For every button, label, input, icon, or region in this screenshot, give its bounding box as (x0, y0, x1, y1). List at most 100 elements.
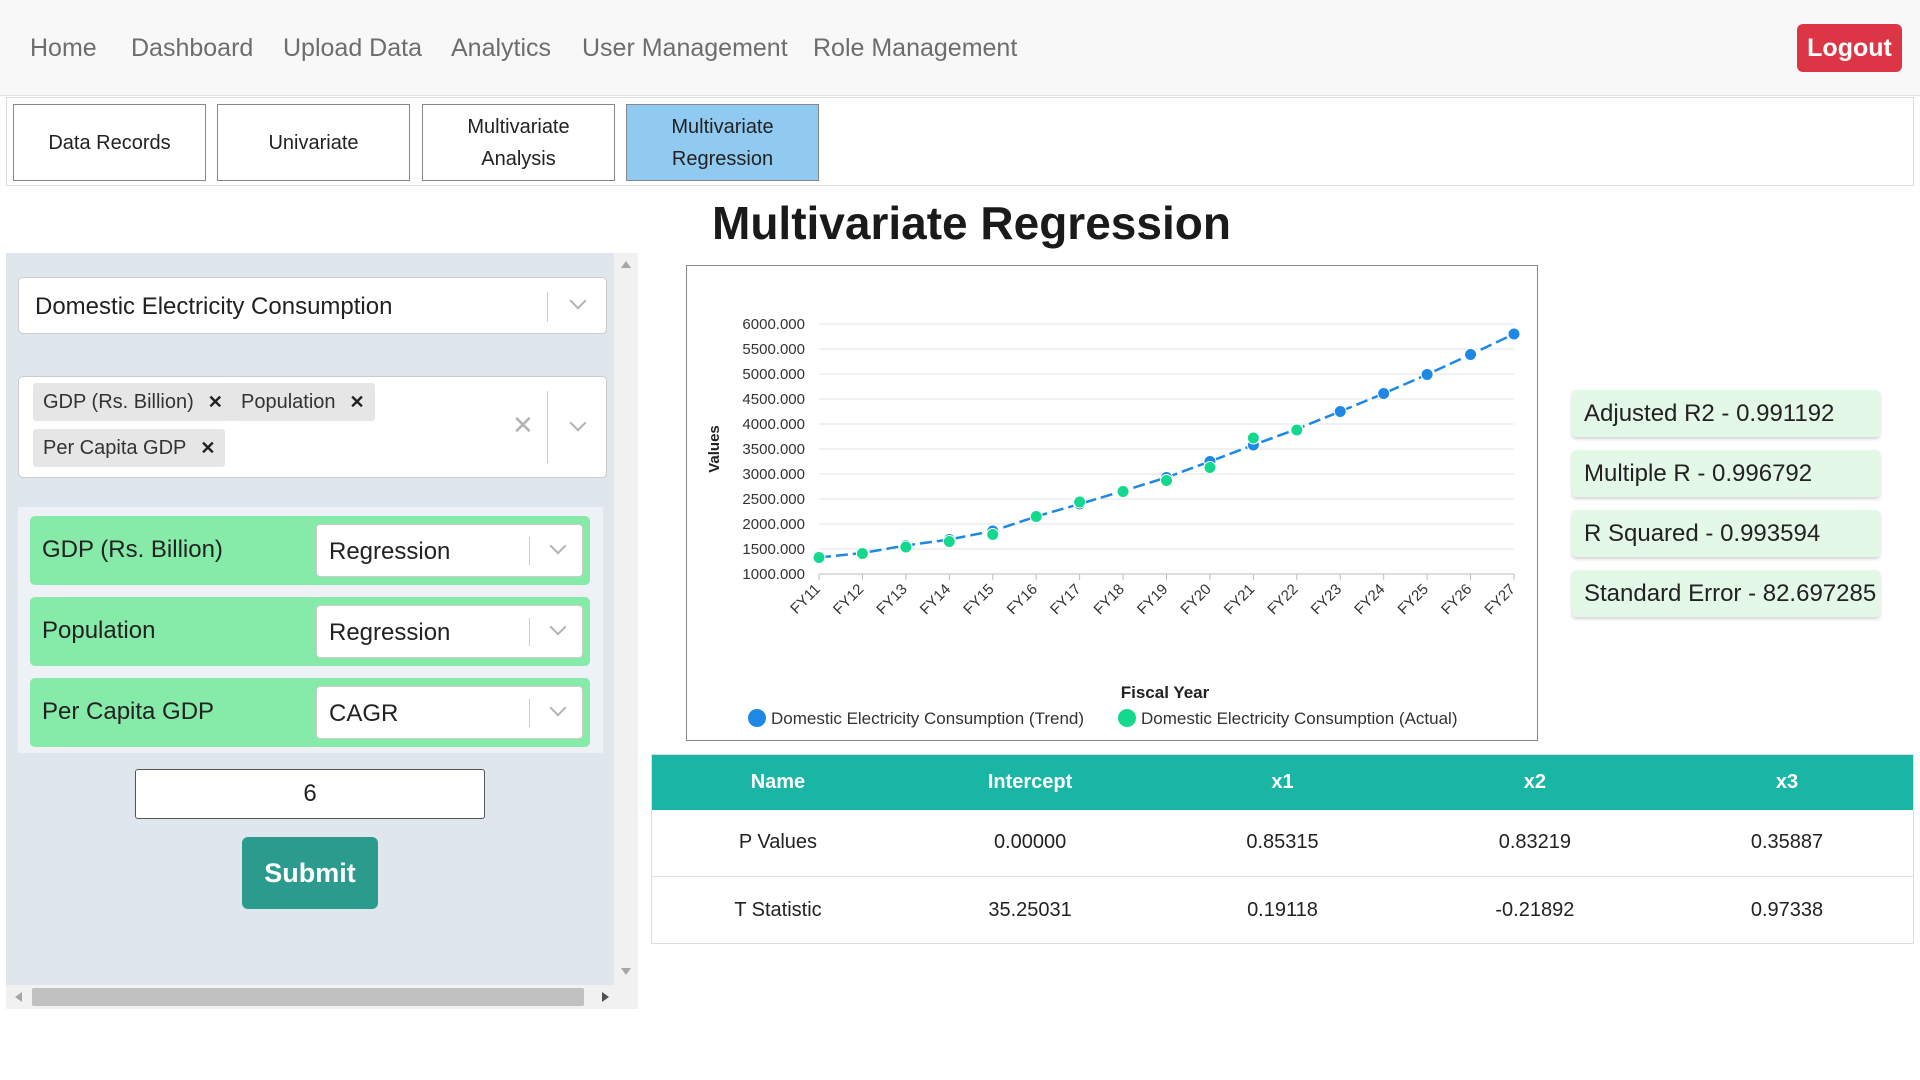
selected-chip-population: Population ✕ (231, 383, 375, 421)
nav-home-link[interactable]: Home (30, 34, 97, 63)
remove-chip-icon[interactable]: ✕ (208, 392, 223, 413)
independent-variables-multiselect[interactable]: GDP (Rs. Billion) ✕ Population ✕ Per Cap… (18, 376, 607, 478)
chevron-down-icon[interactable] (569, 414, 587, 432)
scroll-up-icon[interactable] (621, 261, 631, 268)
metric-adjusted-r2: Adjusted R2 - 0.991192 (1572, 390, 1880, 437)
chip-label: GDP (Rs. Billion) (43, 390, 194, 413)
trend-data-point (1420, 368, 1434, 381)
regression-chart: 1000.000 1500.000 2000.000 2500.000 3000.000… (686, 265, 1538, 741)
method-select-per-capita-gdp[interactable]: CAGR (316, 686, 583, 739)
trend-data-point (1333, 405, 1347, 418)
select-separator (529, 537, 530, 565)
method-select-population[interactable]: Regression (316, 605, 583, 658)
x-tick-label: FY15 (960, 581, 997, 618)
x-tick-label: FY27 (1481, 581, 1518, 618)
remove-chip-icon[interactable]: ✕ (200, 438, 215, 459)
scroll-left-icon[interactable] (15, 992, 22, 1002)
table-cell: 0.00000 (903, 809, 1157, 877)
x-tick-label: FY11 (787, 581, 824, 618)
scroll-right-icon[interactable] (602, 992, 609, 1002)
page-title: Multivariate Regression (712, 197, 1231, 249)
y-tick-label: 2000.000 (742, 516, 805, 533)
selected-chip-per-capita-gdp: Per Capita GDP ✕ (33, 429, 226, 467)
actual-data-point (1160, 474, 1173, 487)
actual-data-point (899, 540, 913, 554)
horizontal-scrollbar[interactable] (6, 985, 638, 1009)
table-cell: T Statistic (651, 876, 904, 944)
y-tick-label: 5000.000 (742, 366, 805, 383)
submit-button[interactable]: Submit (242, 837, 378, 909)
y-axis-label: Values (706, 425, 723, 473)
method-value: Regression (329, 538, 451, 565)
table-row: P Values 0.00000 0.85315 0.83219 0.35887 (651, 809, 1914, 877)
trend-data-point (1377, 387, 1391, 400)
x-tick-label: FY26 (1438, 581, 1475, 618)
legend-label: Domestic Electricity Consumption (Trend) (771, 709, 1084, 728)
vertical-scrollbar[interactable] (614, 253, 638, 985)
column-header: x2 (1408, 754, 1662, 810)
nav-role-management-link[interactable]: Role Management (813, 34, 1017, 63)
nav-user-management-link[interactable]: User Management (582, 34, 788, 63)
column-header: Name (651, 754, 904, 810)
selected-chip-gdp: GDP (Rs. Billion) ✕ (33, 383, 233, 421)
trend-data-point (1507, 327, 1521, 341)
actual-data-point (1116, 485, 1130, 498)
select-separator (529, 618, 530, 646)
actual-data-point (1290, 423, 1304, 437)
nav-dashboard-link[interactable]: Dashboard (131, 34, 253, 63)
legend-label: Domestic Electricity Consumption (Actual… (1141, 709, 1457, 728)
column-header: x1 (1156, 754, 1409, 810)
variable-row-per-capita-gdp: Per Capita GDP CAGR (30, 678, 590, 747)
actual-data-point (812, 551, 826, 564)
select-separator (529, 699, 530, 727)
x-tick-label: FY23 (1308, 581, 1345, 618)
chevron-down-icon[interactable] (549, 618, 567, 636)
y-tick-label: 1000.000 (742, 566, 805, 583)
x-tick-label: FY18 (1091, 581, 1128, 618)
tab-data-records[interactable]: Data Records (13, 104, 206, 181)
tab-multivariate-analysis[interactable]: Multivariate Analysis (422, 104, 615, 181)
regression-line-chart: 1000.000 1500.000 2000.000 2500.000 3000.000… (706, 316, 1521, 728)
variable-row-population: Population Regression (30, 597, 590, 666)
forecast-years-input[interactable]: 6 (135, 769, 485, 819)
y-tick-label: 4500.000 (742, 391, 805, 408)
x-tick-label: FY13 (873, 581, 910, 618)
table-cell: 0.19118 (1156, 876, 1409, 944)
chevron-down-icon[interactable] (549, 537, 567, 555)
tab-multivariate-regression[interactable]: Multivariate Regression (626, 104, 819, 181)
y-tick-label: 5500.000 (742, 341, 805, 358)
tab-bar: Data Records Univariate Multivariate Ana… (6, 97, 1914, 186)
metric-standard-error: Standard Error - 82.697285 (1572, 570, 1880, 617)
regression-form-panel: Domestic Electricity Consumption GDP (Rs… (6, 253, 614, 985)
tab-univariate[interactable]: Univariate (217, 104, 410, 181)
actual-data-point (1203, 461, 1217, 474)
dependent-variable-select[interactable]: Domestic Electricity Consumption (18, 277, 607, 334)
x-tick-label: FY25 (1395, 581, 1432, 618)
column-header: Intercept (903, 754, 1157, 810)
variable-row-gdp: GDP (Rs. Billion) Regression (30, 516, 590, 585)
y-tick-label: 3000.000 (742, 466, 805, 483)
table-cell: 0.97338 (1661, 876, 1914, 944)
y-tick-label: 4000.000 (742, 416, 805, 433)
actual-data-point (942, 535, 956, 548)
scrollbar-thumb[interactable] (32, 988, 584, 1006)
table-cell: 0.83219 (1408, 809, 1662, 877)
table-cell: -0.21892 (1408, 876, 1662, 944)
chevron-down-icon[interactable] (569, 292, 587, 310)
legend-marker (1118, 709, 1136, 727)
logout-button[interactable]: Logout (1797, 24, 1902, 72)
clear-all-icon[interactable]: ✕ (512, 410, 534, 441)
metric-r-squared: R Squared - 0.993594 (1572, 510, 1880, 557)
x-tick-label: FY16 (1004, 581, 1041, 618)
table-cell: 0.35887 (1661, 809, 1914, 877)
nav-upload-data-link[interactable]: Upload Data (283, 34, 422, 63)
legend-marker (748, 709, 766, 727)
regression-stats-table: Name Intercept x1 x2 x3 P Values 0.00000… (651, 754, 1914, 944)
x-tick-label: FY22 (1264, 581, 1301, 618)
method-select-gdp[interactable]: Regression (316, 524, 583, 577)
nav-analytics-link[interactable]: Analytics (451, 34, 551, 63)
remove-chip-icon[interactable]: ✕ (350, 392, 365, 413)
x-tick-label: FY14 (917, 581, 954, 618)
chevron-down-icon[interactable] (549, 699, 567, 717)
scroll-down-icon[interactable] (621, 968, 631, 975)
